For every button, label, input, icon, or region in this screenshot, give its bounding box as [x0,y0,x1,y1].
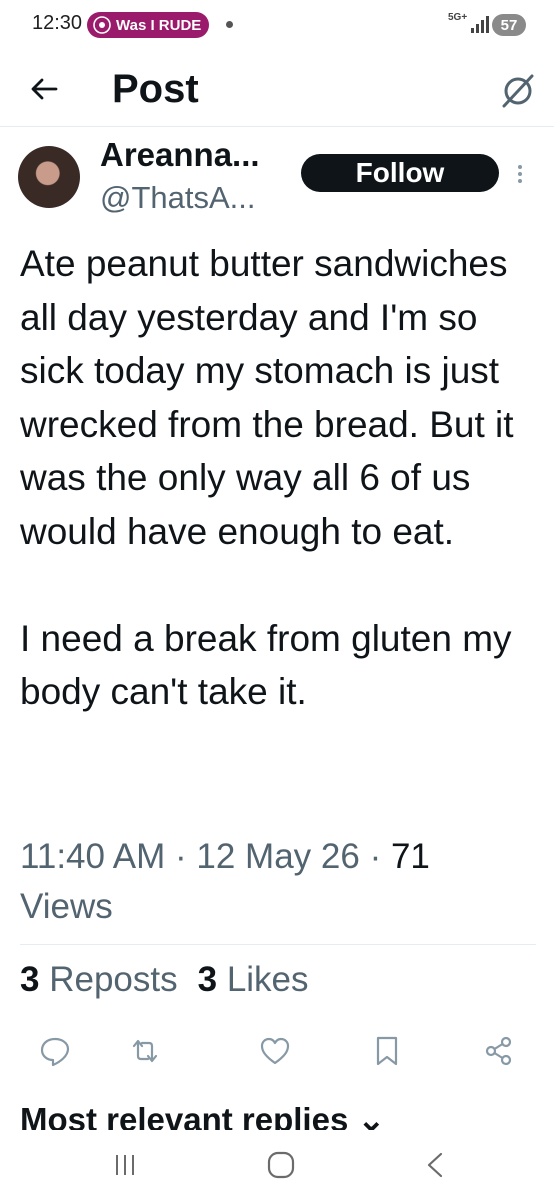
likes-stat[interactable]: 3 Likes [198,960,309,1000]
likes-label: Likes [226,960,309,999]
share-icon[interactable] [482,1034,516,1068]
system-navigation-bar [0,1130,554,1200]
meta-separator: · [369,837,391,876]
network-indicator: 5G+ [448,12,468,23]
notification-dot [226,21,233,28]
author-handle[interactable]: @ThatsA... [100,180,256,216]
divider [20,944,536,945]
bookmark-icon[interactable] [370,1034,404,1068]
page-title: Post [112,67,199,111]
reposts-label: Reposts [49,960,178,999]
more-icon[interactable] [510,162,530,186]
post-date: 12 May 26 [196,837,360,876]
status-bar: 12:30 Was I RUDE 5G+ 57 [0,0,554,50]
views-label: Views [20,887,113,926]
views-count: 71 [390,837,430,876]
replies-sort-header[interactable]: Most relevant replies ⌄ [20,1100,385,1130]
follow-button[interactable]: Follow [301,154,499,192]
reply-icon[interactable] [38,1034,72,1068]
signal-icon [471,16,489,33]
recents-icon[interactable] [112,1152,138,1178]
repost-icon[interactable] [128,1034,162,1068]
meta-separator: · [175,837,197,876]
back-arrow-icon[interactable] [26,71,62,107]
action-bar [0,1030,554,1074]
battery-indicator: 57 [492,14,526,36]
reposts-stat[interactable]: 3 Reposts [20,960,178,1000]
notification-pill[interactable]: Was I RUDE [87,12,210,38]
podcast-icon [93,16,111,34]
post-meta: 11:40 AM · 12 May 26 · 71 Views [20,832,520,932]
chevron-down-icon: ⌄ [357,1101,386,1130]
author-name[interactable]: Areanna... [100,136,260,174]
reposts-count: 3 [20,960,40,999]
engagement-stats: 3 Reposts 3 Likes [20,960,309,1000]
nav-back-icon[interactable] [424,1152,446,1178]
avatar[interactable] [18,146,80,208]
like-icon[interactable] [258,1034,292,1068]
likes-count: 3 [197,960,218,999]
status-time: 12:30 [32,12,83,34]
home-icon[interactable] [266,1150,296,1180]
post-time: 11:40 AM [20,837,166,876]
grok-icon[interactable] [498,70,538,110]
post-text: Ate peanut butter sandwiches all day yes… [20,243,514,712]
replies-header-label: Most relevant replies [20,1101,349,1130]
app-header: Post [0,55,554,127]
pill-label: Was I RUDE [116,16,202,34]
